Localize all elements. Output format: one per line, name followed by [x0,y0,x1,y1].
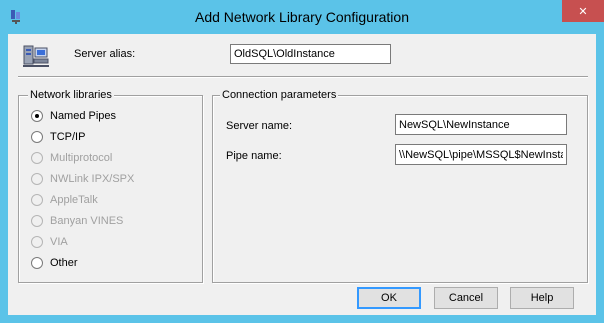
radio-button[interactable] [31,110,43,122]
server-computer-icon [22,43,50,69]
server-alias-label: Server alias: [74,48,136,60]
radio-label: NWLink IPX/SPX [50,173,135,185]
network-library-option: Banyan VINES [31,213,123,229]
dialog-client-area: Server alias: Network libraries Named Pi… [8,34,596,315]
radio-button [31,215,43,227]
network-libraries-legend: Network libraries [28,89,114,101]
ok-button[interactable]: OK [357,287,421,309]
server-name-label: Server name: [226,120,293,132]
radio-label: TCP/IP [50,131,86,143]
title-bar[interactable]: Add Network Library Configuration ✕ [0,0,604,34]
radio-label: Other [50,257,78,269]
window-bottom-border [0,315,604,323]
close-icon: ✕ [578,5,588,18]
radio-label: VIA [50,236,68,248]
server-name-input[interactable] [395,114,567,135]
radio-button[interactable] [31,257,43,269]
network-library-option[interactable]: TCP/IP [31,129,85,145]
radio-label: AppleTalk [50,194,98,206]
radio-button [31,236,43,248]
cancel-button[interactable]: Cancel [434,287,498,309]
separator [18,76,588,78]
dialog-window: Add Network Library Configuration ✕ Serv… [0,0,604,323]
network-library-option[interactable]: Other [31,255,78,271]
network-library-option: Multiprotocol [31,150,112,166]
close-button[interactable]: ✕ [562,0,604,22]
network-library-option: AppleTalk [31,192,98,208]
network-library-option: VIA [31,234,68,250]
connection-parameters-legend: Connection parameters [220,89,339,101]
help-button[interactable]: Help [510,287,574,309]
radio-label: Named Pipes [50,110,117,122]
pipe-name-input[interactable] [395,144,567,165]
window-title: Add Network Library Configuration [195,9,409,25]
pipe-name-label: Pipe name: [226,150,282,162]
radio-button [31,173,43,185]
network-library-option[interactable]: Named Pipes [31,108,116,124]
radio-button [31,194,43,206]
radio-label: Banyan VINES [50,215,124,227]
radio-button[interactable] [31,131,43,143]
radio-label: Multiprotocol [50,152,113,164]
radio-button [31,152,43,164]
network-library-option: NWLink IPX/SPX [31,171,134,187]
server-alias-input[interactable] [230,44,391,64]
